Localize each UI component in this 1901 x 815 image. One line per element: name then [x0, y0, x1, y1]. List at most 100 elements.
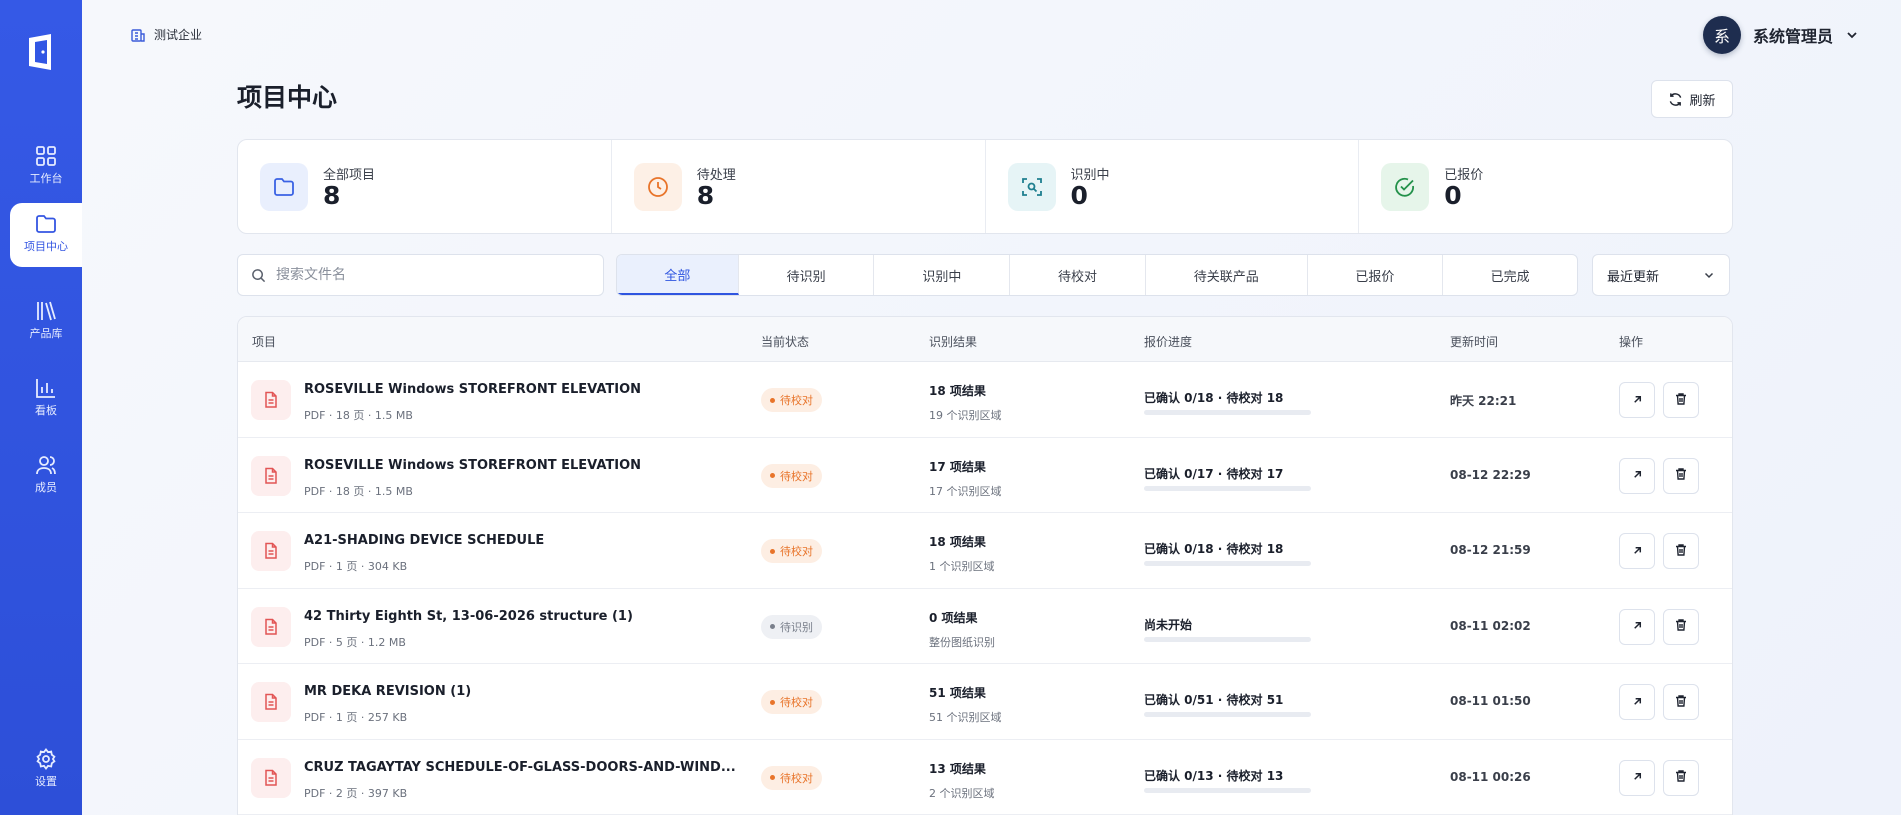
progress-text: 已确认 0/51 · 待校对 51 — [1144, 693, 1284, 707]
chevron-down-icon — [1847, 32, 1857, 39]
progress-bar — [1144, 712, 1311, 717]
refresh-button[interactable]: 刷新 — [1651, 80, 1733, 118]
file-name[interactable]: 42 Thirty Eighth St, 13-06-2026 structur… — [304, 609, 633, 624]
tab-pending-review[interactable]: 待校对 — [1010, 255, 1146, 295]
external-link-icon — [1631, 542, 1644, 561]
result-regions: 整份图纸识别 — [929, 635, 995, 649]
user-menu[interactable]: 系 系统管理员 — [1702, 16, 1859, 54]
gear-icon — [36, 748, 56, 770]
sidebar-item-workbench[interactable]: 工作台 — [10, 135, 82, 199]
table-row[interactable]: ROSEVILLE Windows STOREFRONT ELEVATION PD… — [238, 362, 1732, 438]
tab-recognizing[interactable]: 识别中 — [874, 255, 1011, 295]
sidebar-item-products[interactable]: 产品库 — [10, 290, 82, 354]
delete-button[interactable] — [1663, 759, 1699, 796]
file-meta: PDF · 18 页 · 1.5 MB — [304, 409, 413, 422]
updated-time: 08-12 21:59 — [1450, 543, 1531, 557]
main-area: 测试企业 系 系统管理员 项目中心 刷新 全部项目 8 待处理 8 识别中 0 … — [82, 0, 1901, 815]
check-circle-icon — [1381, 162, 1430, 211]
delete-button[interactable] — [1663, 684, 1699, 720]
file-name[interactable]: ROSEVILLE Windows STOREFRONT ELEVATION — [304, 382, 641, 397]
status-text: 待校对 — [780, 545, 813, 558]
table-row[interactable]: MR DEKA REVISION (1) PDF · 1 页 · 257 KB 待校… — [238, 664, 1732, 740]
tab-quoted[interactable]: 已报价 — [1308, 255, 1444, 295]
stat-all-projects[interactable]: 全部项目 8 — [238, 140, 612, 233]
open-button[interactable] — [1619, 457, 1655, 494]
table-row[interactable]: CRUZ TAGAYTAY SCHEDULE-OF-GLASS-DOORS-AN… — [238, 740, 1732, 815]
company-switcher[interactable]: 测试企业 — [130, 26, 202, 43]
result-count: 51 项结果 — [929, 686, 986, 700]
chevron-down-icon — [1704, 272, 1714, 279]
file-name[interactable]: A21-SHADING DEVICE SCHEDULE — [304, 533, 544, 548]
folder-icon — [36, 215, 56, 233]
sidebar-item-label: 看板 — [35, 404, 57, 417]
updated-time: 08-11 02:02 — [1450, 618, 1531, 633]
open-button[interactable] — [1619, 684, 1655, 720]
tab-pending-recognition[interactable]: 待识别 — [739, 255, 875, 295]
stat-value: 8 — [323, 180, 341, 210]
progress-bar — [1144, 787, 1311, 793]
sidebar-item-members[interactable]: 成员 — [10, 444, 82, 508]
col-result: 识别结果 — [929, 335, 978, 349]
open-button[interactable] — [1619, 382, 1655, 418]
external-link-icon — [1631, 466, 1644, 485]
delete-button[interactable] — [1663, 608, 1699, 645]
trash-icon — [1674, 617, 1688, 636]
pdf-file-icon — [251, 380, 291, 420]
file-name[interactable]: CRUZ TAGAYTAY SCHEDULE-OF-GLASS-DOORS-AN… — [304, 760, 736, 775]
sort-select[interactable]: 最近更新 — [1592, 254, 1730, 296]
sidebar-item-settings[interactable]: 设置 — [10, 738, 82, 802]
stats-panel: 全部项目 8 待处理 8 识别中 0 已报价 0 — [237, 139, 1733, 234]
stat-pending[interactable]: 待处理 8 — [612, 140, 986, 233]
open-button[interactable] — [1619, 533, 1655, 569]
status-badge: 待识别 — [761, 614, 822, 639]
status-badge: 待校对 — [761, 690, 822, 714]
delete-button[interactable] — [1663, 533, 1699, 569]
stat-quoted[interactable]: 已报价 0 — [1359, 140, 1732, 233]
tab-pending-link-product[interactable]: 待关联产品 — [1146, 255, 1308, 295]
company-name: 测试企业 — [154, 28, 203, 42]
open-button[interactable] — [1619, 759, 1655, 796]
trash-icon — [1674, 542, 1688, 561]
books-icon — [37, 301, 56, 321]
refresh-icon — [1670, 92, 1682, 106]
search-input[interactable] — [276, 267, 576, 283]
external-link-icon — [1631, 693, 1644, 712]
tab-completed[interactable]: 已完成 — [1443, 255, 1577, 295]
table-row[interactable]: ROSEVILLE Windows STOREFRONT ELEVATION PD… — [238, 438, 1732, 513]
file-name[interactable]: ROSEVILLE Windows STOREFRONT ELEVATION — [304, 458, 641, 473]
file-meta: PDF · 1 页 · 257 KB — [304, 711, 408, 724]
updated-time: 08-11 00:26 — [1450, 769, 1531, 784]
status-dot — [770, 397, 775, 403]
status-badge: 待校对 — [761, 765, 822, 790]
tab-all[interactable]: 全部 — [617, 255, 739, 295]
progress-bar — [1144, 485, 1311, 491]
result-regions: 2 个识别区域 — [929, 786, 995, 800]
sort-selected: 最近更新 — [1607, 269, 1660, 285]
open-button[interactable] — [1619, 608, 1655, 645]
status-dot — [770, 699, 775, 705]
progress-text: 已确认 0/13 · 待校对 13 — [1144, 768, 1284, 783]
avatar: 系 — [1702, 16, 1741, 54]
file-name[interactable]: MR DEKA REVISION (1) — [304, 684, 471, 699]
stat-recognizing[interactable]: 识别中 0 — [986, 140, 1360, 233]
progress-text: 已确认 0/18 · 待校对 18 — [1144, 391, 1284, 405]
delete-button[interactable] — [1663, 457, 1699, 494]
external-link-icon — [1631, 391, 1644, 410]
file-meta: PDF · 1 页 · 304 KB — [304, 560, 408, 573]
trash-icon — [1674, 693, 1688, 712]
door-logo-icon[interactable] — [21, 32, 61, 72]
trash-icon — [1674, 391, 1688, 410]
projects-table: 项目 当前状态 识别结果 报价进度 更新时间 操作 ROSEVILLE Wind… — [237, 316, 1733, 815]
table-row[interactable]: A21-SHADING DEVICE SCHEDULE PDF · 1 页 · 3… — [238, 513, 1732, 589]
pdf-file-icon — [251, 757, 291, 798]
delete-button[interactable] — [1663, 382, 1699, 418]
table-row[interactable]: 42 Thirty Eighth St, 13-06-2026 structur… — [238, 589, 1732, 664]
result-count: 18 项结果 — [929, 384, 986, 398]
sidebar-item-dashboard[interactable]: 看板 — [10, 367, 82, 431]
stat-value: 8 — [696, 180, 715, 210]
pdf-file-icon — [251, 531, 291, 571]
page-title: 项目中心 — [237, 83, 338, 112]
sidebar-item-projects[interactable]: 项目中心 — [10, 203, 82, 267]
progress-bar — [1144, 561, 1311, 566]
pdf-file-icon — [251, 606, 291, 647]
